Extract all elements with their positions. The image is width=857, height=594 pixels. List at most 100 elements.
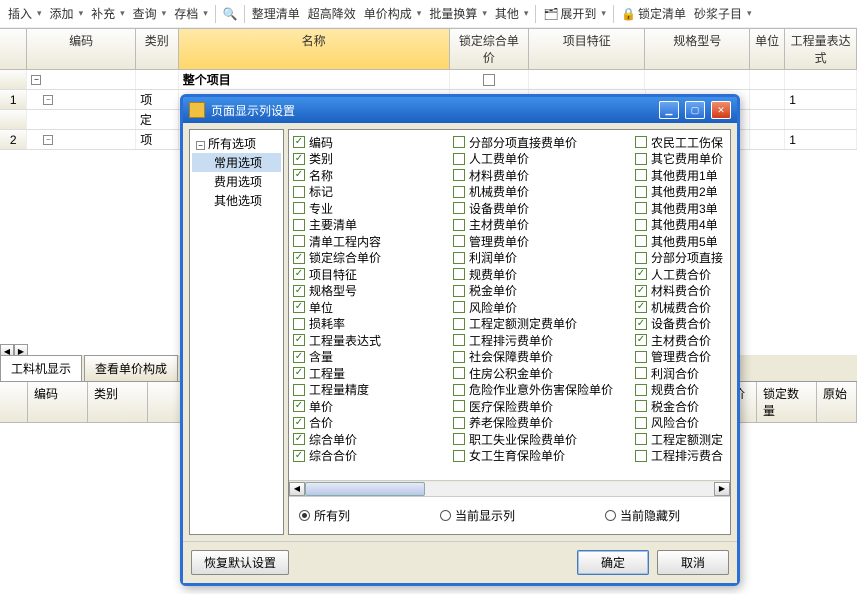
hscroll-track[interactable] bbox=[305, 482, 714, 496]
cell[interactable] bbox=[645, 70, 750, 89]
cell[interactable]: 定 bbox=[136, 110, 179, 129]
checklist-item[interactable]: 材料费单价 bbox=[453, 167, 635, 184]
lock-checkbox[interactable] bbox=[483, 74, 495, 86]
cell[interactable] bbox=[750, 90, 785, 109]
checklist-item[interactable]: 标记 bbox=[293, 184, 453, 201]
reset-defaults-button[interactable]: 恢复默认设置 bbox=[191, 550, 289, 575]
checklist-item[interactable]: 其他费用3单 bbox=[635, 200, 730, 217]
checklist-item[interactable]: 损耗率 bbox=[293, 316, 453, 333]
checklist-item[interactable]: 规费单价 bbox=[453, 266, 635, 283]
checklist-hscroll[interactable]: ◀ ▶ bbox=[289, 480, 730, 496]
maximize-button[interactable]: ▢ bbox=[685, 101, 705, 119]
checklist-item[interactable]: 其他费用1单 bbox=[635, 167, 730, 184]
cell[interactable]: 1 bbox=[785, 130, 857, 149]
hscroll-left-icon[interactable]: ◀ bbox=[289, 482, 305, 496]
toolbar-item-12[interactable]: 🔒锁定清单 bbox=[618, 3, 689, 24]
checklist-item[interactable]: 项目特征 bbox=[293, 266, 453, 283]
checklist-item[interactable]: 风险合价 bbox=[635, 415, 730, 432]
checkbox-icon[interactable] bbox=[293, 301, 305, 313]
col-type[interactable]: 类别 bbox=[136, 29, 179, 70]
checkbox-icon[interactable] bbox=[293, 400, 305, 412]
checkbox-icon[interactable] bbox=[635, 433, 647, 445]
checkbox-icon[interactable] bbox=[453, 334, 465, 346]
lower-col-orig[interactable]: 原始 bbox=[817, 382, 857, 422]
checklist-item[interactable]: 工程量 bbox=[293, 365, 453, 382]
tree-other[interactable]: 其他选项 bbox=[192, 191, 281, 210]
toolbar-item-0[interactable]: 插入 bbox=[5, 3, 45, 24]
checkbox-icon[interactable] bbox=[635, 219, 647, 231]
checklist-item[interactable]: 其他费用4单 bbox=[635, 217, 730, 234]
cell[interactable] bbox=[529, 70, 645, 89]
tab-materials[interactable]: 工料机显示 bbox=[0, 355, 82, 381]
cell[interactable] bbox=[785, 110, 857, 129]
checklist-item[interactable]: 其他费用5单 bbox=[635, 233, 730, 250]
checklist-item[interactable]: 风险单价 bbox=[453, 299, 635, 316]
checklist-item[interactable]: 分部分项直接 bbox=[635, 250, 730, 267]
checklist-item[interactable]: 清单工程内容 bbox=[293, 233, 453, 250]
checkbox-icon[interactable] bbox=[453, 351, 465, 363]
checkbox-icon[interactable] bbox=[293, 384, 305, 396]
toolbar-item-6[interactable]: 整理清单 bbox=[249, 3, 303, 24]
hscroll-thumb[interactable] bbox=[305, 482, 425, 496]
col-expr[interactable]: 工程量表达式 bbox=[785, 29, 857, 70]
checklist-item[interactable]: 单位 bbox=[293, 299, 453, 316]
checklist-item[interactable]: 类别 bbox=[293, 151, 453, 168]
checkbox-icon[interactable] bbox=[635, 169, 647, 181]
checklist-item[interactable]: 利润合价 bbox=[635, 365, 730, 382]
col-spec[interactable]: 规格型号 bbox=[645, 29, 750, 70]
checklist-item[interactable]: 综合合价 bbox=[293, 448, 453, 465]
checklist-item[interactable]: 锁定综合单价 bbox=[293, 250, 453, 267]
checklist-item[interactable]: 主要清单 bbox=[293, 217, 453, 234]
checkbox-icon[interactable] bbox=[293, 367, 305, 379]
checkbox-icon[interactable] bbox=[453, 268, 465, 280]
radio-all-cols[interactable]: 所有列 bbox=[299, 507, 350, 524]
checklist-item[interactable]: 合价 bbox=[293, 415, 453, 432]
checklist-item[interactable]: 单价 bbox=[293, 398, 453, 415]
toolbar-item-4[interactable]: 存档 bbox=[171, 3, 211, 24]
checkbox-icon[interactable] bbox=[453, 285, 465, 297]
checkbox-icon[interactable] bbox=[293, 450, 305, 462]
checklist-item[interactable]: 管理费单价 bbox=[453, 233, 635, 250]
checklist-item[interactable]: 工程定额测定费单价 bbox=[453, 316, 635, 333]
toolbar-item-2[interactable]: 补充 bbox=[88, 3, 128, 24]
checkbox-icon[interactable] bbox=[635, 186, 647, 198]
lower-col-type[interactable]: 类别 bbox=[88, 382, 148, 422]
checkbox-icon[interactable] bbox=[293, 417, 305, 429]
checklist-item[interactable]: 含量 bbox=[293, 349, 453, 366]
checklist-item[interactable]: 规费合价 bbox=[635, 382, 730, 399]
checkbox-icon[interactable] bbox=[293, 136, 305, 148]
col-feature[interactable]: 项目特征 bbox=[529, 29, 645, 70]
tree-collapse-icon[interactable]: − bbox=[196, 141, 205, 150]
col-lock[interactable]: 锁定综合单价 bbox=[450, 29, 530, 70]
checkbox-icon[interactable] bbox=[453, 136, 465, 148]
checkbox-icon[interactable] bbox=[293, 351, 305, 363]
cell[interactable]: 项 bbox=[136, 90, 179, 109]
minimize-button[interactable]: ▁ bbox=[659, 101, 679, 119]
checklist-item[interactable]: 设备费合价 bbox=[635, 316, 730, 333]
checklist-item[interactable]: 主材费合价 bbox=[635, 332, 730, 349]
checkbox-icon[interactable] bbox=[293, 252, 305, 264]
checklist-item[interactable]: 人工费合价 bbox=[635, 266, 730, 283]
toolbar-item-8[interactable]: 单价构成 bbox=[361, 3, 425, 24]
checklist-item[interactable]: 危险作业意外伤害保险单价 bbox=[453, 382, 635, 399]
checkbox-icon[interactable] bbox=[635, 202, 647, 214]
checklist-item[interactable]: 工程定额测定 bbox=[635, 431, 730, 448]
checklist-item[interactable]: 农民工工伤保 bbox=[635, 134, 730, 151]
checkbox-icon[interactable] bbox=[635, 450, 647, 462]
checklist-item[interactable]: 名称 bbox=[293, 167, 453, 184]
checkbox-icon[interactable] bbox=[293, 334, 305, 346]
checkbox-icon[interactable] bbox=[635, 153, 647, 165]
cell[interactable]: − bbox=[27, 90, 136, 109]
tab-price-composition[interactable]: 查看单价构成 bbox=[84, 355, 178, 381]
checkbox-icon[interactable] bbox=[453, 417, 465, 429]
checkbox-icon[interactable] bbox=[293, 235, 305, 247]
col-code[interactable]: 编码 bbox=[27, 29, 136, 70]
checklist-item[interactable]: 专业 bbox=[293, 200, 453, 217]
cell[interactable] bbox=[136, 70, 179, 89]
checkbox-icon[interactable] bbox=[293, 219, 305, 231]
checklist-item[interactable]: 编码 bbox=[293, 134, 453, 151]
lower-col-code[interactable]: 编码 bbox=[28, 382, 88, 422]
checklist-item[interactable]: 规格型号 bbox=[293, 283, 453, 300]
checkbox-icon[interactable] bbox=[453, 169, 465, 181]
checkbox-icon[interactable] bbox=[635, 268, 647, 280]
